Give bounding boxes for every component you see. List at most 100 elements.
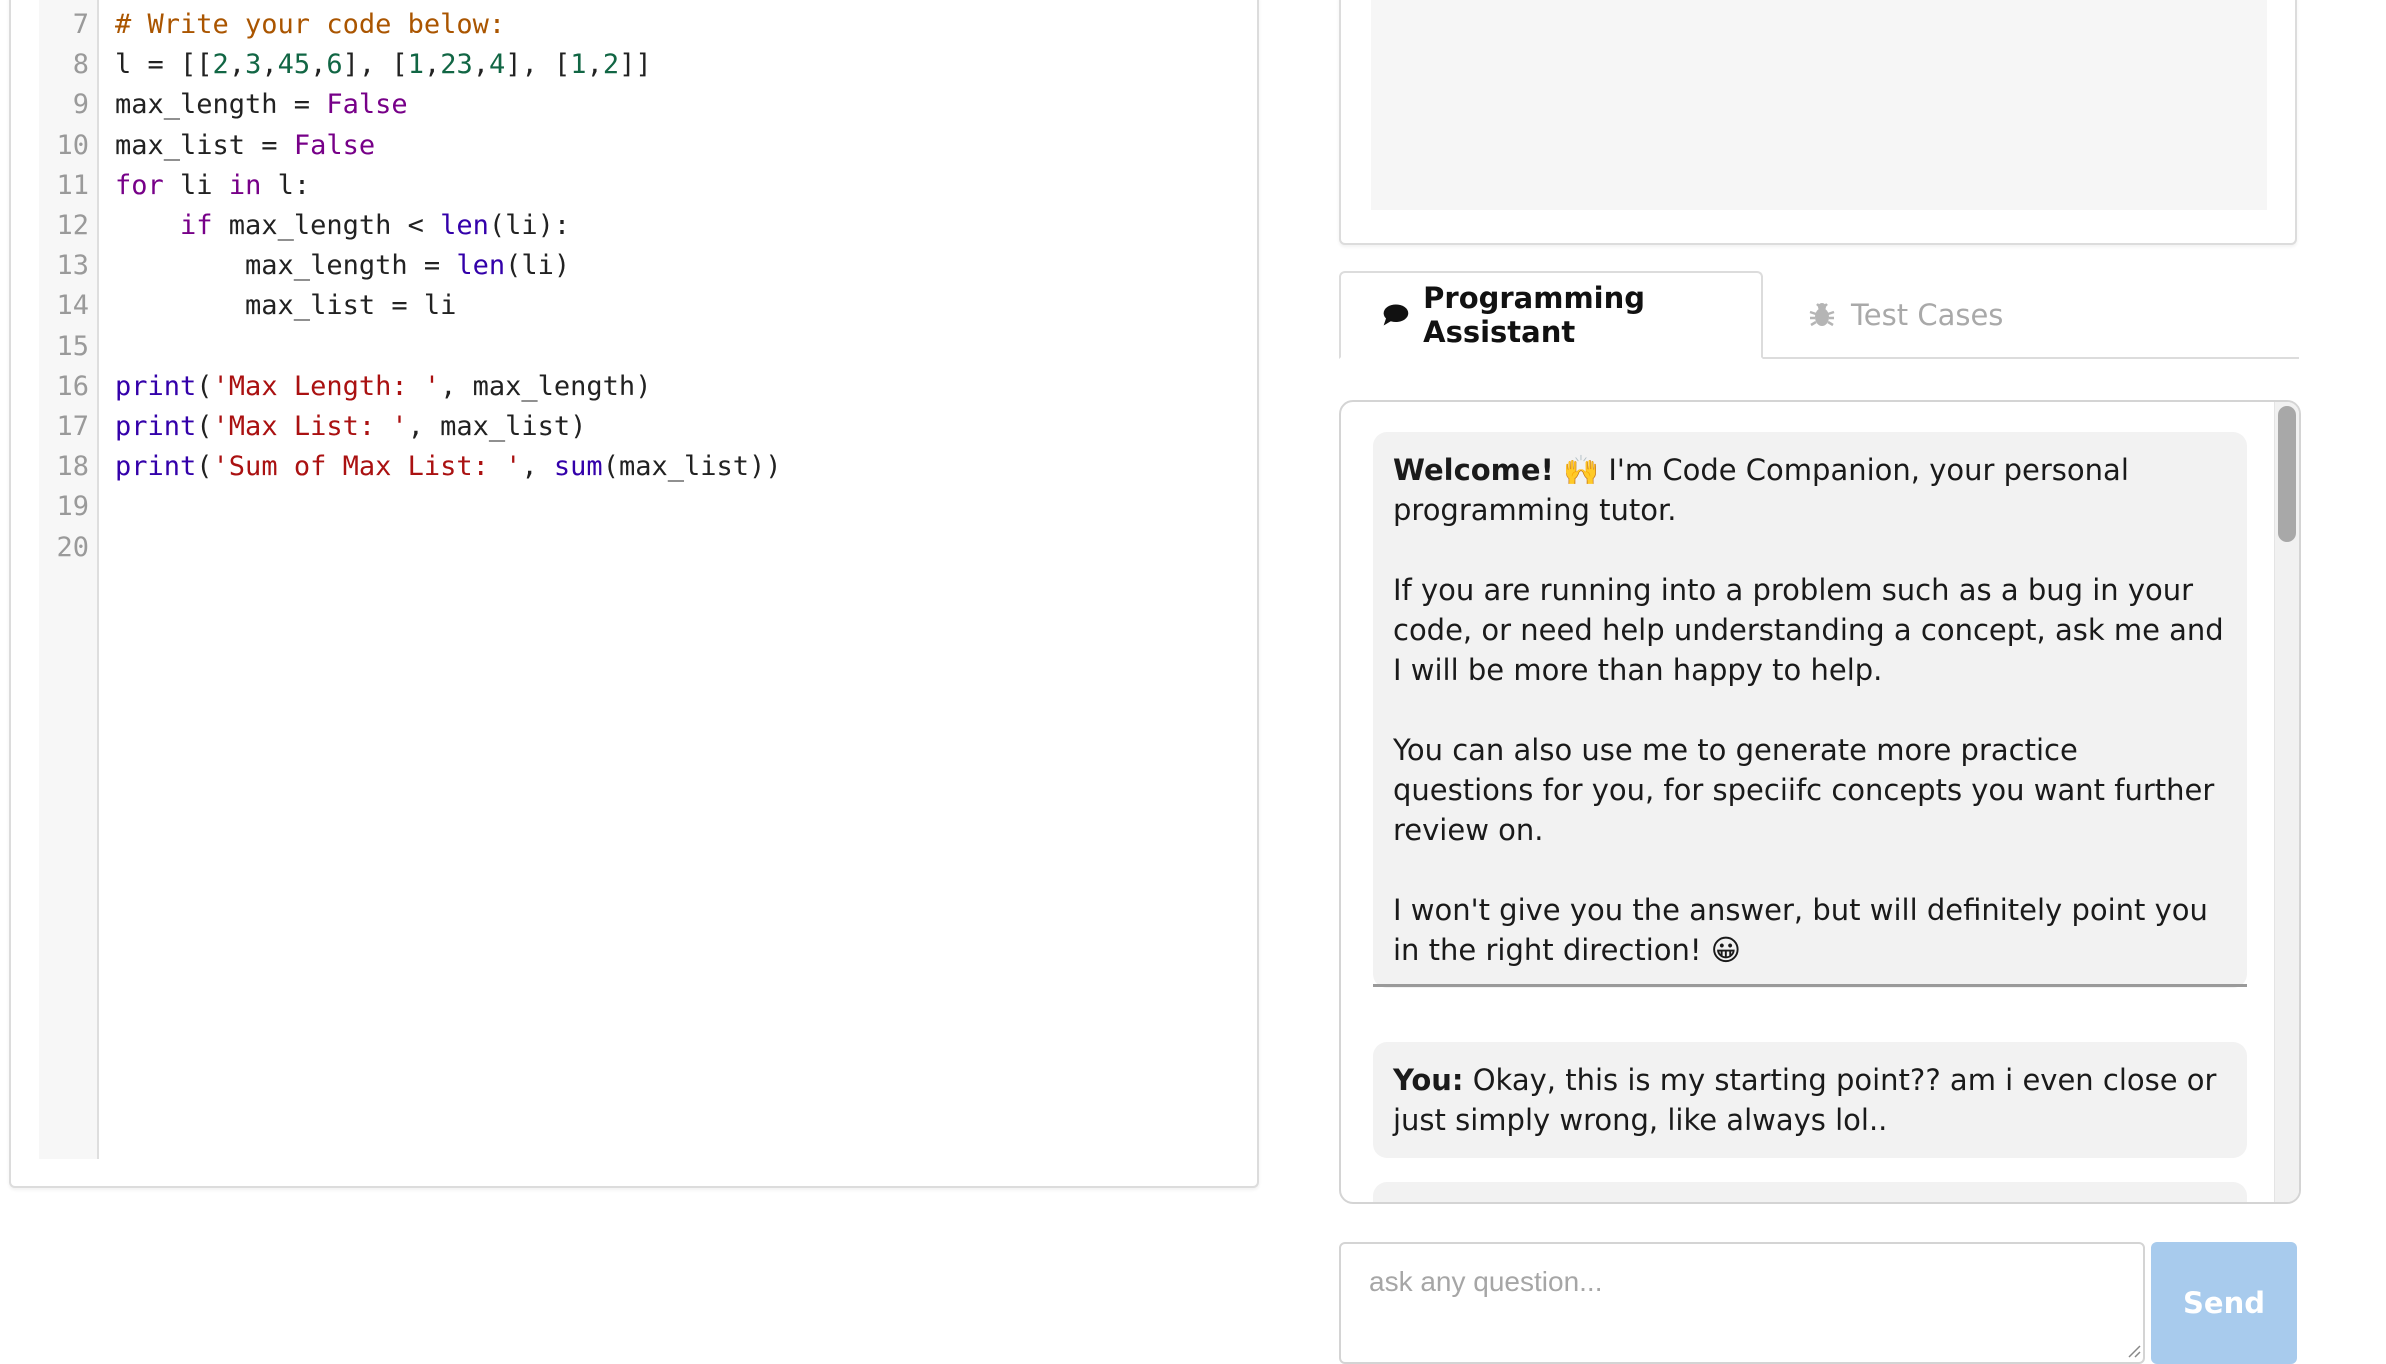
code-line[interactable]: 20 [39, 528, 1239, 568]
chat-scrollbar[interactable] [2274, 402, 2299, 1202]
code-token: max_list = [115, 129, 294, 161]
code-text: print('Max List: ', max_list) [115, 407, 586, 447]
code-token: 3 [245, 49, 262, 81]
scrollbar-thumb[interactable] [2278, 406, 2296, 542]
next-message-partial [1373, 1182, 2247, 1202]
code-line[interactable]: 16 print('Max Length: ', max_length) [39, 367, 1239, 407]
user-message: You: Okay, this is my starting point?? a… [1373, 1042, 2247, 1158]
line-number: 11 [56, 169, 89, 201]
code-token: print [115, 411, 197, 442]
code-token: max_length = [115, 250, 457, 282]
line-number: 16 [56, 370, 89, 402]
code-token: , [228, 49, 246, 81]
code-text: l = [[2,3,45,6], [1,23,4], [1,2]] [115, 45, 652, 85]
line-number: 18 [56, 451, 89, 483]
code-text: max_length = False [115, 85, 408, 125]
code-line[interactable]: 10 max_list = False [39, 126, 1239, 166]
code-token: li [163, 169, 229, 201]
line-number: 9 [72, 89, 89, 121]
code-token: 6 [326, 49, 343, 81]
code-token: , [472, 49, 489, 81]
code-token: 1 [570, 49, 587, 81]
code-token: (li): [488, 210, 571, 241]
welcome-paragraph-help: If you are running into a problem such a… [1393, 573, 2224, 687]
code-line[interactable]: 17 print('Max List: ', max_list) [39, 407, 1239, 447]
code-token: 'Max Length: ' [212, 370, 441, 402]
code-token: 'Max List: ' [212, 411, 408, 442]
code-token: print [115, 451, 197, 483]
code-line[interactable]: 19 [39, 487, 1239, 527]
chat-messages[interactable]: Welcome! 🙌 I'm Code Companion, your pers… [1341, 402, 2275, 1202]
code-token: max_list = li [115, 290, 457, 322]
code-text: max_list = False [115, 126, 375, 166]
code-token: ( [196, 370, 213, 402]
code-token: print [115, 370, 197, 402]
tab-programming-assistant[interactable]: Programming Assistant [1339, 271, 1763, 359]
welcome-paragraph-direction: I won't give you the answer, but will de… [1393, 890, 2227, 970]
assistant-welcome-message: Welcome! 🙌 I'm Code Companion, your pers… [1373, 432, 2247, 988]
resize-handle-icon[interactable] [2127, 1344, 2141, 1358]
code-token: , [310, 49, 327, 81]
tab-test-cases[interactable]: Test Cases [1763, 271, 2093, 359]
code-line[interactable]: 12 if max_length < len(li): [39, 206, 1239, 246]
code-token: , max_list) [407, 411, 587, 442]
code-token: 23 [440, 49, 473, 81]
code-token: len [456, 250, 506, 282]
code-token: # Write your code below: [115, 9, 506, 40]
code-text: print('Sum of Max List: ', sum(max_list)… [115, 447, 782, 487]
code-token: 'Sum of Max List: ' [212, 451, 522, 483]
code-token: ]] [619, 49, 652, 81]
code-line[interactable]: 18 print('Sum of Max List: ', sum(max_lis… [39, 447, 1239, 487]
user-message-text: Okay, this is my starting point?? am i e… [1393, 1063, 2217, 1137]
code-token: False [293, 129, 376, 161]
welcome-title: Welcome! [1393, 453, 1554, 487]
code-token: ( [196, 451, 213, 483]
code-token: max_length = [115, 89, 327, 121]
user-label: You: [1393, 1063, 1464, 1097]
code-token: max_length < [212, 210, 441, 241]
code-token: 2 [602, 49, 620, 81]
code-token: len [440, 210, 489, 241]
welcome-paragraph: Welcome! 🙌 I'm Code Companion, your pers… [1393, 450, 2227, 530]
code-token: False [326, 89, 408, 121]
code-token: sum [553, 451, 603, 483]
code-line[interactable]: 15 [39, 327, 1239, 367]
code-token: , [586, 49, 603, 81]
line-number: 20 [56, 531, 89, 563]
code-editor[interactable]: 7 # Write your code below: 8 l = [[2,3,45,6… [39, 0, 1239, 1159]
assistant-tabs: Programming Assistant Test Cases [1339, 271, 2299, 359]
code-line[interactable]: 11 for li in l: [39, 166, 1239, 206]
code-text: if max_length < len(li): [115, 206, 570, 246]
code-line[interactable]: 8l = [[2,3,45,6], [1,23,4], [1,2]] [39, 45, 1239, 85]
speech-bubble-icon [1383, 304, 1409, 326]
code-token: l = [[ [115, 49, 213, 81]
code-line[interactable]: 9 max_length = False [39, 85, 1239, 125]
code-token: in [228, 169, 262, 201]
chat-panel: Welcome! 🙌 I'm Code Companion, your pers… [1339, 400, 2301, 1204]
code-line[interactable]: 13 max_length = len(li) [39, 246, 1239, 286]
code-token: 45 [277, 49, 311, 81]
code-token: , [423, 49, 441, 81]
question-input[interactable] [1339, 1242, 2145, 1364]
code-line[interactable]: 7 # Write your code below: [39, 5, 1239, 45]
line-number: 10 [56, 129, 89, 161]
code-token: l: [261, 169, 311, 201]
welcome-paragraph-practice: You can also use me to generate more pra… [1393, 733, 2215, 847]
line-number: 8 [72, 49, 89, 81]
tab-label: Test Cases [1851, 298, 2004, 332]
send-button[interactable]: Send [2151, 1242, 2297, 1364]
line-number: 7 [72, 9, 89, 40]
code-token: 4 [489, 49, 506, 81]
code-token: , max_length) [440, 370, 652, 402]
line-number: 13 [56, 250, 89, 282]
line-number: 14 [56, 290, 89, 322]
code-token: (max_list)) [602, 451, 782, 483]
output-panel [1339, 0, 2297, 245]
code-token: 1 [407, 49, 424, 81]
code-line[interactable]: 14 max_list = li [39, 286, 1239, 326]
bug-icon [1809, 303, 1835, 327]
code-token: , [521, 451, 554, 483]
code-token: ], [ [505, 49, 571, 81]
code-token: 2 [212, 49, 229, 81]
